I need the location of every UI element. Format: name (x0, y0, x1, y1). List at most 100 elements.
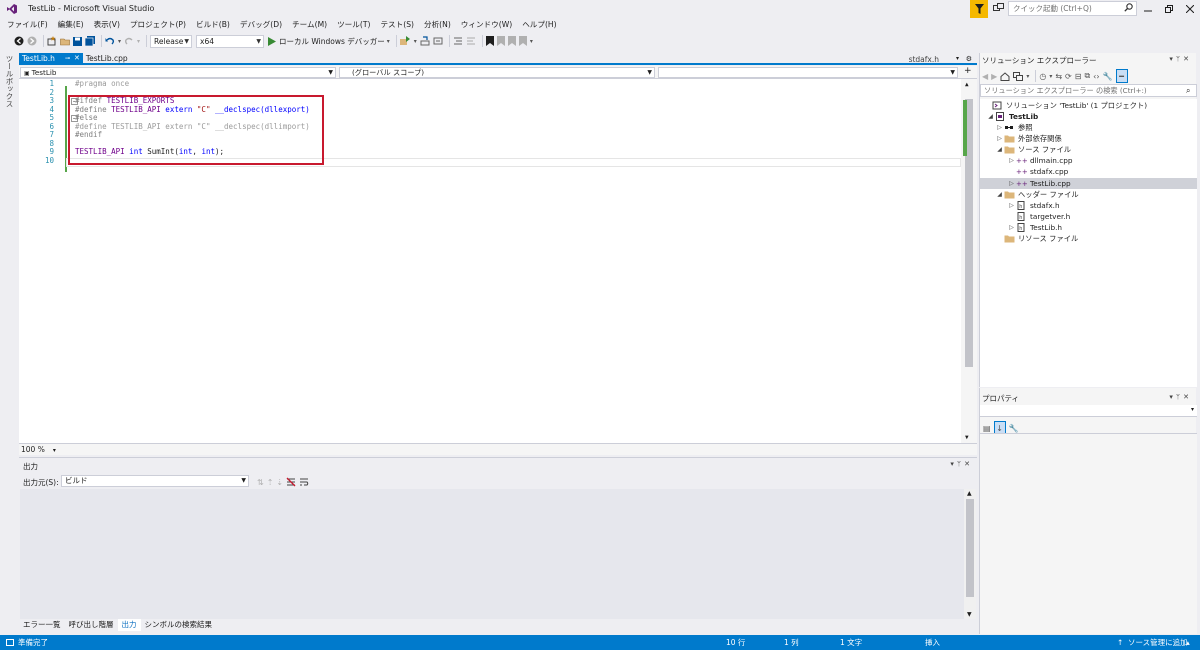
tab-find-symbol-results[interactable]: シンボルの検索結果 (141, 619, 217, 631)
scope-select[interactable]: (グローバル スコープ) ▼ (339, 67, 655, 78)
menu-test[interactable]: テスト(S) (375, 18, 419, 32)
member-select[interactable]: ▼ (658, 67, 958, 78)
tab-stdafx-h-preview[interactable]: stdafx.h (909, 54, 939, 65)
undo-dropdown-icon[interactable]: ▾ (118, 34, 121, 48)
collapsed-triangle-icon[interactable]: ▷ (1007, 155, 1016, 166)
browser-link-icon[interactable] (399, 34, 411, 48)
settings-gear-icon[interactable]: ⚙ (966, 55, 972, 63)
scroll-down-icon[interactable]: ▼ (965, 434, 969, 441)
tree-item-solution[interactable]: ソリューション 'TestLib' (1 プロジェクト) (983, 100, 1147, 111)
menu-help[interactable]: ヘルプ(H) (517, 18, 561, 32)
output-source-select[interactable]: ビルド ▼ (61, 475, 249, 487)
tree-item-targetver-h[interactable]: h targetver.h (1007, 211, 1070, 222)
step-icon[interactable] (420, 34, 430, 48)
toolbar-overflow-icon[interactable]: ▾ (530, 34, 533, 48)
properties-wrench-icon[interactable]: 🔧 (1103, 69, 1113, 83)
solution-configuration-select[interactable]: Release ▼ (150, 34, 193, 48)
output-vertical-scrollbar[interactable]: ▲ ▼ (964, 489, 976, 619)
forward-icon[interactable] (27, 34, 37, 48)
menu-window[interactable]: ウィンドウ(W) (456, 18, 517, 32)
debugger-dropdown-icon[interactable]: ▾ (387, 34, 390, 48)
switch-views-icon[interactable] (1013, 69, 1024, 83)
search-icon[interactable]: ⌕ (1186, 86, 1190, 96)
go-to-next-message-icon[interactable]: ⇣ (276, 475, 283, 489)
scroll-down-icon[interactable]: ▼ (967, 611, 972, 618)
output-text-area[interactable]: ▲ ▼ (20, 489, 976, 619)
chevron-down-icon[interactable]: ▾ (1049, 69, 1052, 83)
close-icon[interactable]: ✕ (74, 53, 80, 64)
home-icon[interactable] (1000, 69, 1010, 83)
word-wrap-icon[interactable] (299, 475, 309, 489)
menu-analyze[interactable]: 分析(N) (419, 18, 456, 32)
tab-error-list[interactable]: エラー一覧 (19, 619, 65, 631)
search-icon[interactable] (1124, 3, 1133, 12)
code-editor[interactable]: 1 2 3 4 5 6 7 8 9 10 − − #pragma once #i… (19, 79, 977, 443)
menu-tools[interactable]: ツール(T) (332, 18, 375, 32)
refresh-icon[interactable]: ⟳ (1065, 69, 1072, 83)
back-icon[interactable] (14, 34, 24, 48)
solution-explorer-search-input[interactable]: ソリューション エクスプローラー の検索 (Ctrl+:) (980, 84, 1197, 97)
scroll-up-icon[interactable]: ▲ (965, 81, 969, 88)
tab-testlib-h[interactable]: TestLib.h ⊸ ✕ (19, 53, 83, 64)
new-project-icon[interactable] (47, 34, 57, 48)
scrollbar-thumb[interactable] (966, 499, 974, 597)
zoom-level-select[interactable]: 100 % ▾ (21, 445, 56, 454)
view-code-icon[interactable]: ‹› (1093, 69, 1099, 83)
collapsed-triangle-icon[interactable]: ▷ (1007, 178, 1016, 189)
save-all-icon[interactable] (85, 34, 95, 48)
quick-launch-input[interactable]: クイック起動 (Ctrl+Q) (1008, 1, 1137, 16)
tree-item-resource-files[interactable]: リソース ファイル (995, 233, 1078, 244)
redo-dropdown-icon[interactable]: ▾ (137, 34, 140, 48)
pin-icon[interactable]: ⊸ (65, 53, 70, 64)
properties-object-select[interactable]: ▾ (980, 405, 1197, 417)
tree-item-external-dependencies[interactable]: ▷ 外部依存関係 (995, 133, 1062, 144)
tree-item-project[interactable]: ◢ TestLib (986, 111, 1038, 122)
redo-icon[interactable] (124, 34, 134, 48)
notification-flag-icon[interactable] (970, 0, 988, 18)
tree-item-testlib-cpp[interactable]: ▷ ++ TestLib.cpp (1007, 178, 1071, 189)
notifications-icon[interactable]: ▴ (1186, 635, 1190, 650)
collapse-all-icon[interactable]: ⊟ (1075, 69, 1082, 83)
preview-selected-items-icon[interactable]: ━ (1115, 69, 1128, 83)
chevron-down-icon[interactable]: ▾ (1026, 69, 1029, 83)
tree-item-testlib-h[interactable]: ▷ h TestLib.h (1007, 222, 1062, 233)
editor-vertical-scrollbar[interactable]: ▲ ▼ (961, 79, 977, 443)
toolbox-tab[interactable]: ツールボックス (4, 55, 15, 108)
collapsed-triangle-icon[interactable]: ▷ (1007, 200, 1016, 211)
project-select[interactable]: ▣ TestLib ▼ (20, 67, 336, 78)
clear-bookmarks-icon[interactable] (518, 34, 527, 48)
split-window-icon[interactable]: + (964, 66, 972, 76)
menu-file[interactable]: ファイル(F) (2, 18, 53, 32)
clear-all-icon[interactable] (286, 475, 296, 489)
minimize-button[interactable] (1138, 1, 1158, 16)
tab-output[interactable]: 出力 (117, 619, 141, 631)
expanded-triangle-icon[interactable]: ◢ (995, 144, 1004, 155)
menu-view[interactable]: 表示(V) (89, 18, 125, 32)
collapsed-triangle-icon[interactable]: ▷ (1007, 222, 1016, 233)
sync-active-document-icon[interactable]: ⇆ (1055, 69, 1062, 83)
menu-team[interactable]: チーム(M) (287, 18, 332, 32)
tree-item-references[interactable]: ▷ 参照 (995, 122, 1032, 133)
close-icon[interactable]: ✕ (1183, 55, 1192, 63)
tab-overflow-icon[interactable]: ▾ (956, 55, 959, 62)
close-icon[interactable]: ✕ (964, 460, 973, 468)
scroll-up-icon[interactable]: ▲ (967, 490, 972, 497)
collapsed-triangle-icon[interactable]: ▷ (995, 122, 1004, 133)
forward-icon[interactable]: ▶ (991, 69, 997, 83)
next-bookmark-icon[interactable] (507, 34, 516, 48)
tab-testlib-cpp[interactable]: TestLib.cpp (83, 53, 131, 64)
menu-edit[interactable]: 編集(E) (53, 18, 89, 32)
prev-bookmark-icon[interactable] (496, 34, 505, 48)
back-icon[interactable]: ◀ (982, 69, 988, 83)
tab-call-hierarchy[interactable]: 呼び出し階層 (65, 619, 118, 631)
find-message-icon[interactable]: ⇅ (257, 475, 264, 489)
start-debugging-icon[interactable] (268, 34, 277, 48)
comment-icon[interactable] (453, 34, 463, 48)
start-debugger-button[interactable]: ローカル Windows デバッガー (279, 34, 385, 48)
close-button[interactable] (1180, 1, 1200, 16)
tree-item-header-files[interactable]: ◢ ヘッダー ファイル (995, 189, 1079, 200)
toggle-icon[interactable] (433, 34, 443, 48)
tree-item-source-files[interactable]: ◢ ソース ファイル (995, 144, 1071, 155)
menu-debug[interactable]: デバッグ(D) (235, 18, 287, 32)
bookmark-icon[interactable] (485, 34, 494, 48)
